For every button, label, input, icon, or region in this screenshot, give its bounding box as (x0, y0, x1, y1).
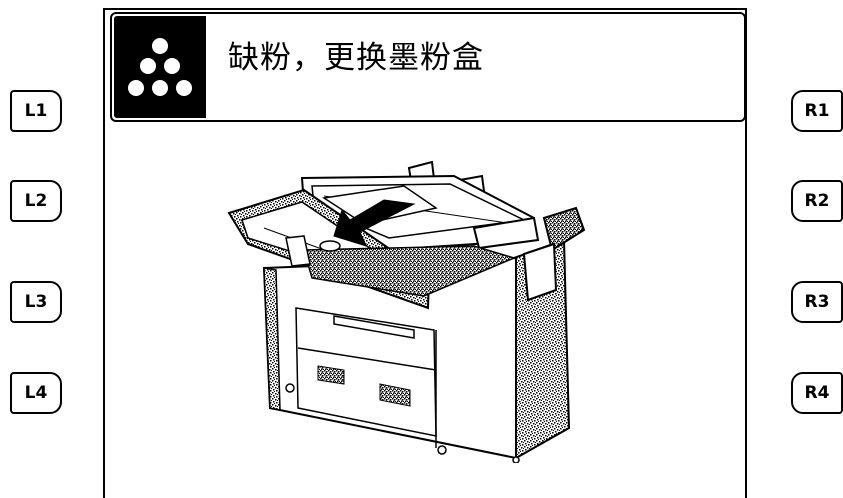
soft-key-r1[interactable]: R1 (791, 90, 843, 132)
soft-key-l4[interactable]: L4 (10, 372, 62, 414)
soft-key-r2[interactable]: R2 (791, 180, 843, 222)
printer-open-toner-icon (224, 158, 594, 464)
soft-key-r4[interactable]: R4 (791, 372, 843, 414)
soft-key-l2[interactable]: L2 (10, 180, 62, 222)
status-header: 缺粉，更换墨粉盒 (110, 12, 746, 122)
soft-key-r3[interactable]: R3 (791, 281, 843, 323)
toner-dots-icon (114, 16, 206, 118)
soft-key-l3[interactable]: L3 (10, 281, 62, 323)
status-message: 缺粉，更换墨粉盒 (228, 40, 484, 76)
soft-key-l1[interactable]: L1 (10, 90, 62, 132)
